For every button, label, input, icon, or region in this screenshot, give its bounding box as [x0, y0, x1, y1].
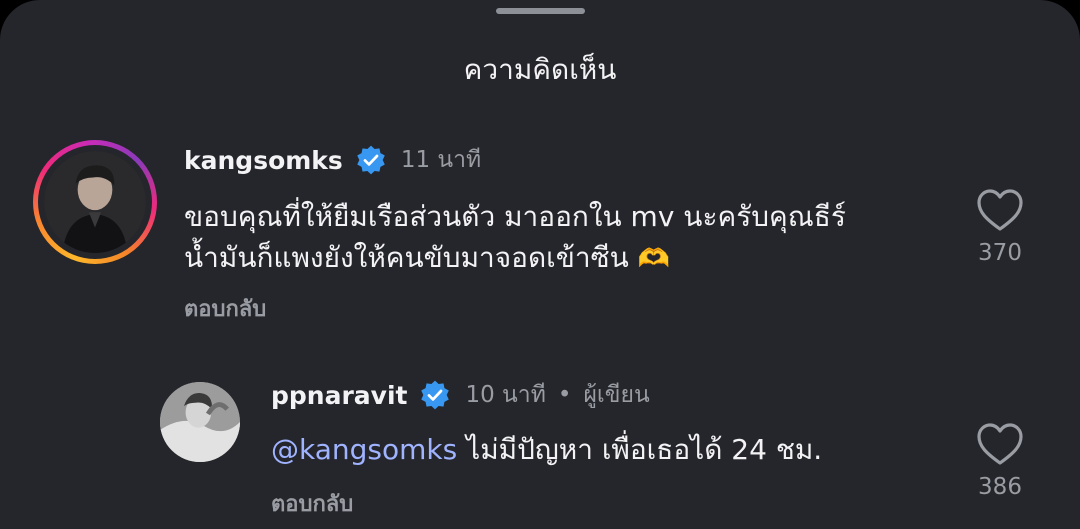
- username[interactable]: ppnaravit: [271, 381, 407, 410]
- like-count: 386: [978, 474, 1022, 500]
- verified-badge-icon: [357, 145, 385, 175]
- heart-icon[interactable]: [976, 188, 1024, 232]
- comment-time: 10 นาที: [465, 382, 546, 408]
- comment-text-content: ไม่มีปัญหา เพื่อเธอได้ 24 ชม.: [466, 433, 823, 466]
- like-group: 370: [970, 188, 1030, 266]
- reply-button[interactable]: ตอบกลับ: [184, 291, 266, 326]
- comment-text-line-2: น้ำมันก็แพงยังให้คนขับมาจอดเข้าซีน 🫶: [184, 234, 670, 283]
- comment-text-line-2-content: น้ำมันก็แพงยังให้คนขับมาจอดเข้าซีน: [184, 241, 629, 274]
- reply-button[interactable]: ตอบกลับ: [271, 486, 353, 521]
- story-ring-avatar[interactable]: [33, 140, 157, 264]
- meta-separator: •: [557, 382, 572, 408]
- verified-badge-icon: [421, 380, 450, 410]
- like-count: 370: [978, 240, 1022, 266]
- comment-time: 11 นาที: [400, 147, 482, 173]
- username[interactable]: kangsomks: [184, 146, 343, 175]
- heart-hands-emoji-icon: 🫶: [637, 244, 671, 274]
- sheet-title: ความคิดเห็น: [463, 53, 617, 86]
- comment-header: ppnaravit 10 นาที • ผู้เขียน: [271, 377, 650, 413]
- heart-icon[interactable]: [976, 422, 1024, 466]
- comments-sheet: ความคิดเห็น kangsomks 11 นาที ขอบคุณที่ใ…: [0, 0, 1080, 529]
- like-group: 386: [970, 422, 1030, 500]
- comment-header: kangsomks 11 นาที: [184, 142, 481, 178]
- drag-handle[interactable]: [496, 8, 585, 14]
- mention-link[interactable]: @kangsomks: [271, 433, 457, 466]
- avatar-kangsomks: [44, 151, 146, 253]
- avatar-ppnaravit[interactable]: [160, 382, 240, 462]
- author-tag: ผู้เขียน: [583, 382, 650, 408]
- comment-text: @kangsomks ไม่มีปัญหา เพื่อเธอได้ 24 ชม.: [271, 426, 822, 474]
